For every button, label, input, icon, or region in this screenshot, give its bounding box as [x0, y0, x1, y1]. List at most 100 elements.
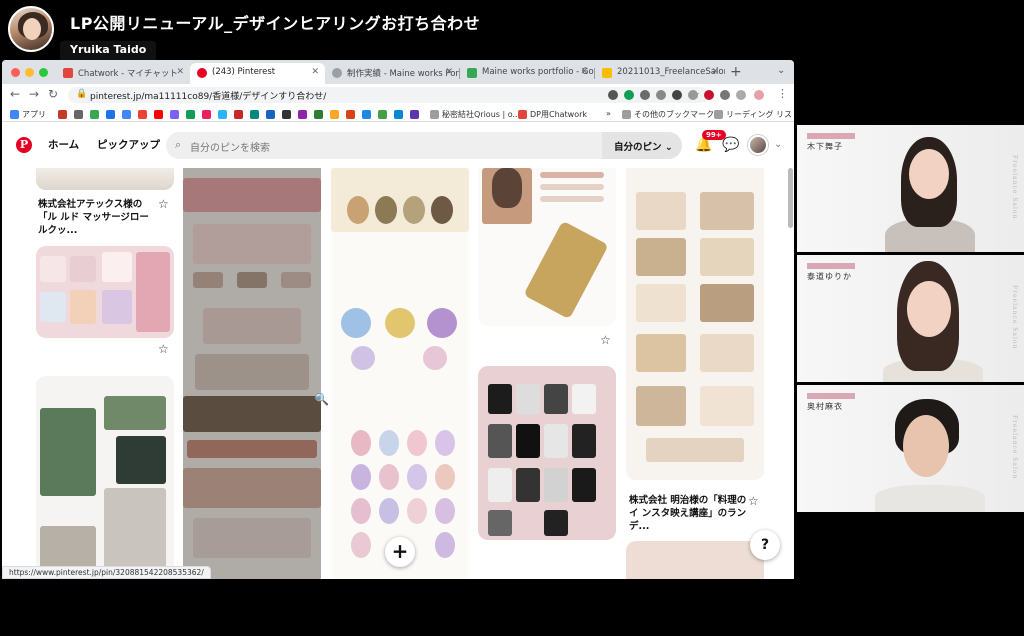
pin-card[interactable]	[478, 366, 616, 540]
bookmark-qrious[interactable]: 秘密結社Qrious | o...	[442, 109, 520, 120]
extension-icon[interactable]	[704, 90, 714, 100]
bookmark-favicon[interactable]	[282, 110, 291, 119]
participant-video-tile: 泰道ゆりか Freelance Salon	[797, 255, 1024, 382]
close-window-button[interactable]	[11, 68, 20, 77]
bookmark-favicon[interactable]	[394, 110, 403, 119]
more-menu-icon[interactable]: ⋮	[777, 87, 788, 100]
pinterest-logo-icon[interactable]: P	[16, 137, 32, 153]
bookmark-favicon[interactable]	[518, 110, 527, 119]
bookmark-favicon[interactable]	[362, 110, 371, 119]
bookmark-favicon[interactable]	[58, 110, 67, 119]
bookmark-favicon[interactable]	[298, 110, 307, 119]
back-arrow-icon[interactable]: ←	[10, 87, 20, 101]
extension-icon[interactable]	[672, 90, 682, 100]
bookmark-favicon[interactable]	[170, 110, 179, 119]
close-tab-icon[interactable]: ✕	[711, 67, 719, 77]
shared-browser-window: Chatwork - マイチャット ✕ (243) Pinterest ✕ 制作…	[2, 60, 794, 579]
pin-title[interactable]: 株式会社アテックス様の「ル ルド マッサージロールクッ...	[38, 198, 156, 237]
extension-icon[interactable]	[640, 90, 650, 100]
save-pin-star-icon[interactable]: ☆	[158, 342, 169, 356]
profile-avatar-icon[interactable]	[754, 90, 764, 100]
pin-card[interactable]	[36, 376, 174, 579]
bookmark-favicon[interactable]	[378, 110, 387, 119]
bookmark-favicon[interactable]	[410, 110, 419, 119]
google-drive-icon	[467, 68, 477, 78]
bookmarks-overflow-chevron-icon[interactable]: »	[606, 109, 611, 118]
tab-label: Chatwork - マイチャット	[78, 69, 178, 79]
search-scope-label: 自分のピン	[614, 142, 662, 153]
pin-card[interactable]	[36, 168, 174, 190]
message-bubble-icon[interactable]: 💬	[722, 137, 739, 153]
account-avatar[interactable]	[748, 135, 768, 155]
bookmark-apps[interactable]: アプリ	[22, 109, 46, 120]
help-button[interactable]: ?	[750, 530, 780, 560]
pin-card[interactable]	[626, 168, 764, 480]
save-pin-star-icon[interactable]: ☆	[600, 333, 611, 347]
bookmark-favicon[interactable]	[186, 110, 195, 119]
tab-label: (243) Pinterest	[212, 67, 276, 77]
tab-chatwork[interactable]: Chatwork - マイチャット ✕	[56, 63, 190, 84]
tab-pinterest[interactable]: (243) Pinterest ✕	[190, 63, 325, 84]
nav-home[interactable]: ホーム	[48, 137, 79, 152]
bookmark-favicon[interactable]	[122, 110, 131, 119]
bookmark-favicon[interactable]	[346, 110, 355, 119]
close-tab-icon[interactable]: ✕	[445, 67, 453, 77]
close-tab-icon[interactable]: ✕	[311, 67, 319, 77]
participant-name: 奥村麻衣	[807, 402, 843, 411]
extension-icon[interactable]	[736, 90, 746, 100]
pin-title[interactable]: 株式会社 明治様の「料理のイ ンスタ映え講座」のランデ...	[629, 494, 747, 533]
apps-grid-icon[interactable]	[10, 110, 19, 119]
search-scope-dropdown[interactable]: 自分のピン ⌄	[602, 132, 682, 159]
close-tab-icon[interactable]: ✕	[176, 67, 184, 77]
reload-icon[interactable]: ↻	[48, 87, 58, 101]
save-pin-star-icon[interactable]: ☆	[748, 494, 759, 508]
minimize-window-button[interactable]	[25, 68, 34, 77]
extension-icon[interactable]	[688, 90, 698, 100]
nameplate-accent	[807, 393, 855, 399]
bookmark-favicon[interactable]	[74, 110, 83, 119]
tab-google-slides[interactable]: 20211013_FreelanceSalonL ✕	[595, 63, 725, 84]
bookmark-favicon[interactable]	[90, 110, 99, 119]
bookmark-favicon[interactable]	[430, 110, 439, 119]
extension-icon[interactable]	[720, 90, 730, 100]
bookmark-favicon[interactable]	[218, 110, 227, 119]
pin-card[interactable]	[478, 168, 616, 326]
nav-pickup[interactable]: ピックアップ	[97, 137, 160, 152]
tab-portfolio-works[interactable]: 制作実績 - Maine works Portf ✕	[325, 63, 459, 84]
bookmark-favicon[interactable]	[154, 110, 163, 119]
brand-watermark: Freelance Salon	[1011, 415, 1018, 480]
zoom-window-button[interactable]	[39, 68, 48, 77]
bookmark-dp-chatwork[interactable]: DP用Chatwork	[530, 109, 587, 120]
bookmark-favicon[interactable]	[266, 110, 275, 119]
browser-toolbar: ← → ↻ 🔒 pinterest.jp/ma11111co89/香道様/デザイ…	[2, 84, 794, 106]
tab-google-drive[interactable]: Maine works portfolio - Goo ✕	[460, 63, 594, 84]
bookmarks-bar: アプリ 秘密結社Qrious | o... DP用Chatwork » その他の…	[2, 106, 794, 122]
bookmark-other[interactable]: その他のブックマーク	[634, 109, 714, 120]
extension-icon[interactable]	[608, 90, 618, 100]
pin-card[interactable]	[626, 541, 764, 579]
account-chevron-down-icon[interactable]: ⌄	[774, 139, 782, 150]
bookmark-favicon[interactable]	[138, 110, 147, 119]
pin-card[interactable]	[36, 246, 174, 338]
bookmark-favicon[interactable]	[202, 110, 211, 119]
tab-search-chevron-icon[interactable]: ⌄	[777, 65, 785, 76]
extension-icon[interactable]	[656, 90, 666, 100]
new-tab-button[interactable]: +	[730, 64, 742, 80]
extension-icon[interactable]	[624, 90, 634, 100]
bookmark-favicon[interactable]	[314, 110, 323, 119]
pin-card[interactable]	[331, 168, 469, 579]
save-pin-star-icon[interactable]: ☆	[158, 197, 169, 211]
bookmark-favicon[interactable]	[250, 110, 259, 119]
bookmark-favicon[interactable]	[234, 110, 243, 119]
globe-icon	[332, 68, 342, 78]
presenter-avatar	[8, 6, 54, 52]
close-tab-icon[interactable]: ✕	[580, 67, 588, 77]
bookmark-reading-list[interactable]: リーディング リスト	[726, 109, 794, 120]
bookmark-favicon[interactable]	[106, 110, 115, 119]
tab-bar: Chatwork - マイチャット ✕ (243) Pinterest ✕ 制作…	[2, 60, 794, 84]
pin-search-input[interactable]: ⌕ 自分のピンを検索 自分のピン ⌄	[166, 132, 682, 159]
page-scrollbar[interactable]	[788, 168, 793, 228]
forward-arrow-icon[interactable]: →	[29, 87, 39, 101]
bookmark-favicon[interactable]	[330, 110, 339, 119]
add-pin-button[interactable]: +	[385, 537, 415, 567]
